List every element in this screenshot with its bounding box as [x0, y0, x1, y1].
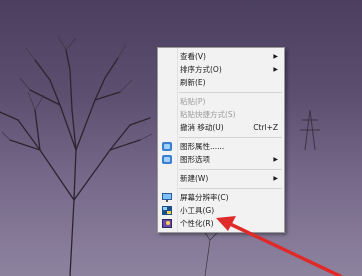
- red-pointer-arrow: [216, 216, 342, 276]
